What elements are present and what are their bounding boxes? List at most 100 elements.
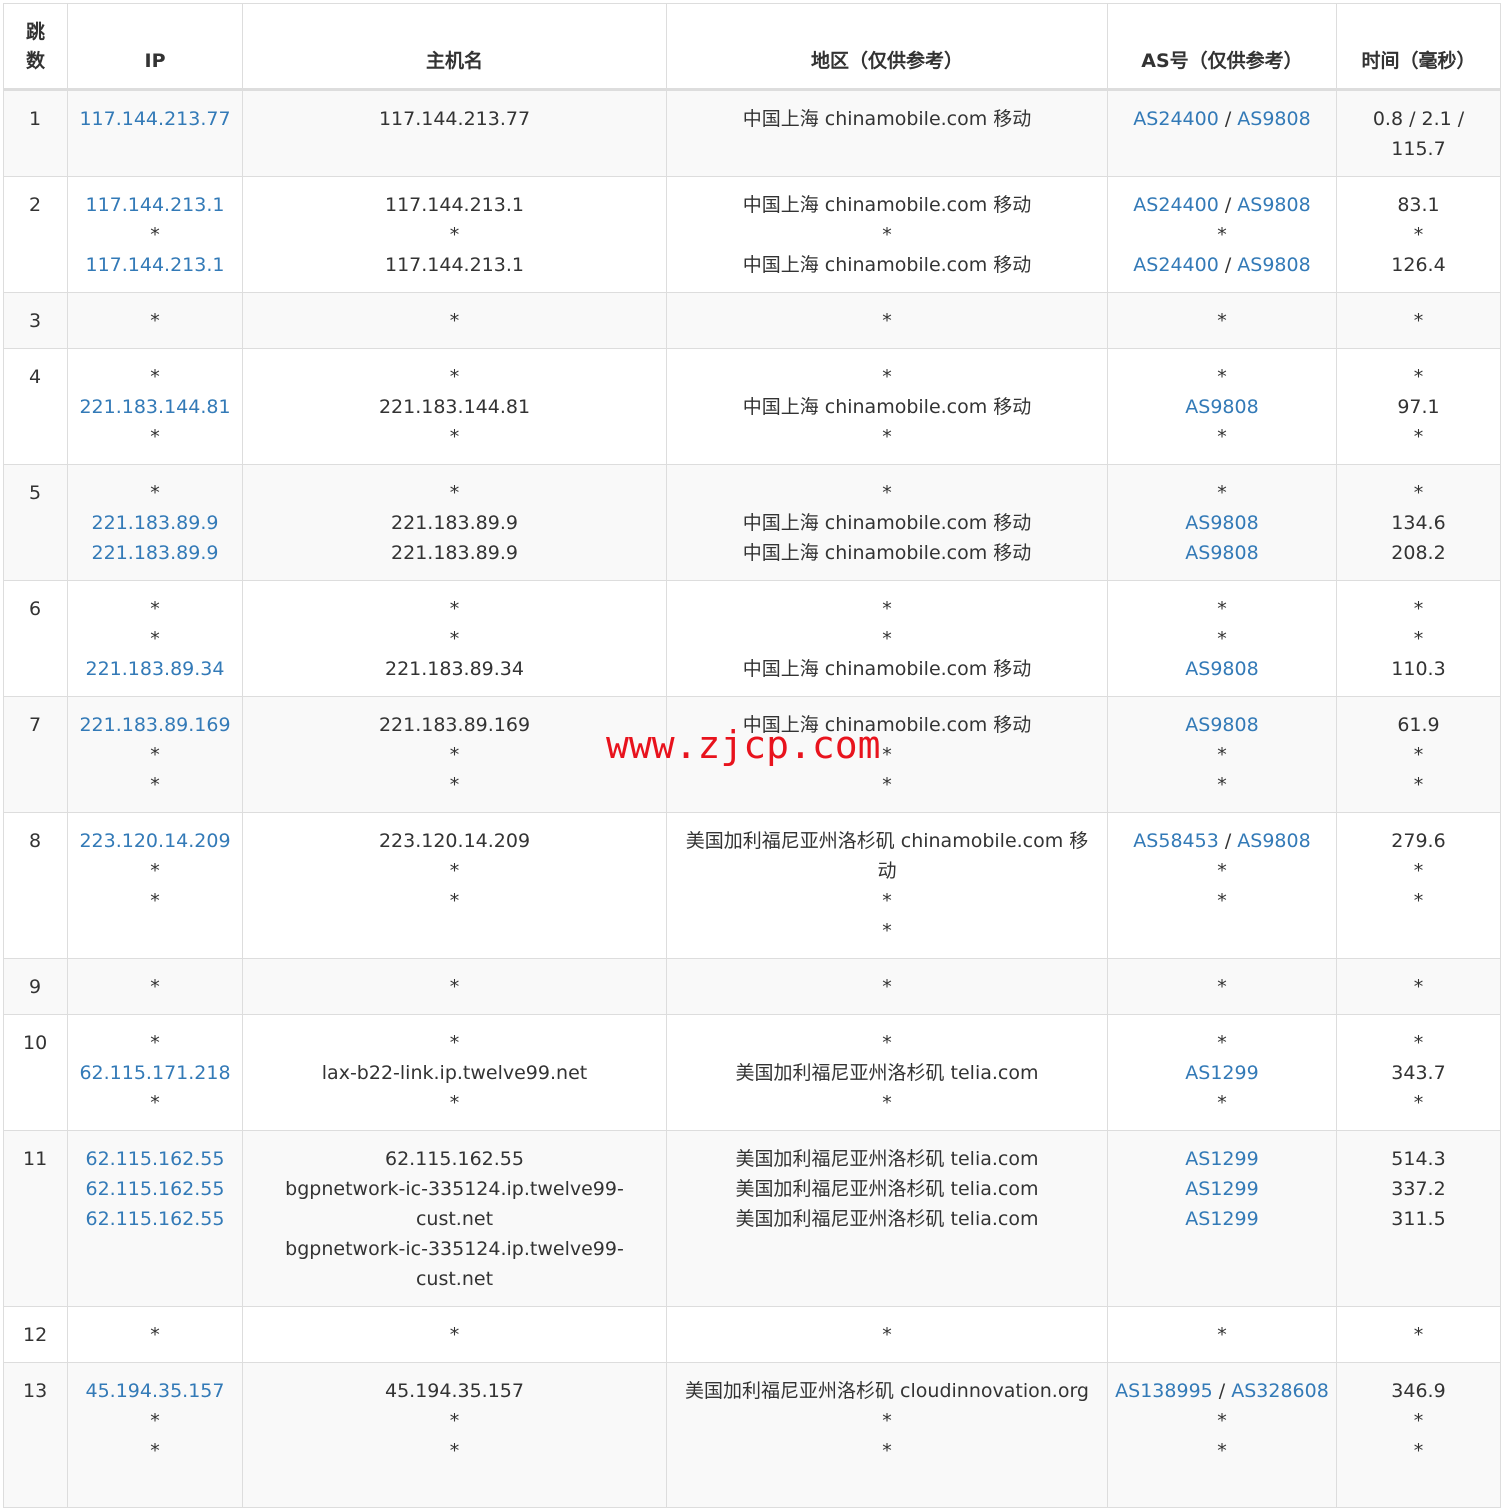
as-cell: AS9808 * * xyxy=(1107,696,1337,813)
hostname: 223.120.14.209 xyxy=(378,830,531,852)
table-row: 13 45.194.35.157 * * 45.194.35.157 * * 美国加利福尼亚州… xyxy=(3,1362,1501,1508)
as-line: * xyxy=(1217,310,1227,332)
hop-cell: 12 xyxy=(3,1306,68,1363)
as-link[interactable]: AS9808 xyxy=(1185,714,1258,736)
as-line: * xyxy=(1217,744,1227,766)
ip-link[interactable]: 45.194.35.157 xyxy=(74,1376,236,1406)
as-link[interactable]: AS9808 xyxy=(1237,830,1310,852)
hostname: * xyxy=(449,426,460,448)
latency: * xyxy=(1413,482,1424,504)
ip-cell: * xyxy=(67,958,243,1015)
ip-link[interactable]: 117.144.213.1 xyxy=(74,250,236,280)
hostname-cell: 62.115.162.55 bgpnetwork-ic-335124.ip.twe… xyxy=(242,1130,667,1307)
ip-cell: 221.183.89.169 * * xyxy=(67,696,243,813)
as-line: * xyxy=(1217,598,1227,620)
ip-link[interactable]: 221.183.89.34 xyxy=(74,654,236,684)
hostname: * xyxy=(449,598,460,620)
as-link[interactable]: AS9808 xyxy=(1237,108,1310,130)
ip-link[interactable]: 62.115.162.55 xyxy=(74,1204,236,1234)
latency: * xyxy=(1413,1032,1424,1054)
as-separator: / xyxy=(1218,108,1238,130)
hop-cell: 11 xyxy=(3,1130,68,1307)
as-line: * xyxy=(1217,1440,1227,1462)
as-link[interactable]: AS9808 xyxy=(1185,658,1258,680)
as-link[interactable]: AS58453 xyxy=(1133,830,1219,852)
as-line: AS1299 xyxy=(1114,1058,1330,1088)
hop-number: 9 xyxy=(29,976,42,998)
as-line: * xyxy=(1217,1032,1227,1054)
latency: * xyxy=(1413,1324,1424,1346)
as-line: AS9808 xyxy=(1114,654,1330,684)
ip-unknown: * xyxy=(150,628,160,650)
ip-cell: * xyxy=(67,292,243,349)
as-link[interactable]: AS1299 xyxy=(1185,1208,1258,1230)
as-link[interactable]: AS9808 xyxy=(1185,396,1258,418)
latency: 110.3 xyxy=(1391,658,1446,680)
hostname: 221.183.89.9 xyxy=(391,542,518,564)
time-cell: * xyxy=(1336,958,1501,1015)
as-link[interactable]: AS24400 xyxy=(1133,254,1219,276)
ip-link[interactable]: 221.183.89.9 xyxy=(74,538,236,568)
ip-cell: 62.115.162.55 62.115.162.55 62.115.162.55 xyxy=(67,1130,243,1307)
as-link[interactable]: AS328608 xyxy=(1231,1380,1329,1402)
hop-number: 11 xyxy=(23,1148,48,1170)
hostname-cell: * xyxy=(242,292,667,349)
ip-link[interactable]: 62.115.171.218 xyxy=(74,1058,236,1088)
latency: 126.4 xyxy=(1391,254,1446,276)
as-link[interactable]: AS9808 xyxy=(1237,254,1310,276)
as-cell: AS1299 AS1299 AS1299 xyxy=(1107,1130,1337,1307)
latency: * xyxy=(1413,860,1424,882)
as-line: AS58453 / AS9808 xyxy=(1114,826,1330,856)
ip-link[interactable]: 221.183.144.81 xyxy=(74,392,236,422)
hostname: * xyxy=(449,224,460,246)
ip-link[interactable]: 117.144.213.1 xyxy=(74,190,236,220)
hop-number: 1 xyxy=(29,108,42,130)
as-link[interactable]: AS9808 xyxy=(1185,542,1258,564)
region-cell: * 美国加利福尼亚州洛杉矶 telia.com * xyxy=(666,1014,1108,1131)
hostname: * xyxy=(449,890,460,912)
as-link[interactable]: AS24400 xyxy=(1133,194,1219,216)
hostname: bgpnetwork-ic-335124.ip.twelve99-cust.ne… xyxy=(285,1178,624,1230)
ip-unknown: * xyxy=(150,1440,160,1462)
as-separator: / xyxy=(1212,1380,1232,1402)
as-link[interactable]: AS138995 xyxy=(1115,1380,1213,1402)
ip-link[interactable]: 221.183.89.169 xyxy=(74,710,236,740)
region: 美国加利福尼亚州洛杉矶 telia.com xyxy=(735,1148,1039,1170)
as-link[interactable]: AS24400 xyxy=(1133,108,1219,130)
ip-unknown: * xyxy=(150,744,160,766)
ip-unknown: * xyxy=(150,1092,160,1114)
region-cell: * xyxy=(666,292,1108,349)
as-link[interactable]: AS1299 xyxy=(1185,1178,1258,1200)
ip-link[interactable]: 62.115.162.55 xyxy=(74,1144,236,1174)
as-link[interactable]: AS1299 xyxy=(1185,1062,1258,1084)
as-separator: / xyxy=(1218,254,1238,276)
as-link[interactable]: AS9808 xyxy=(1185,512,1258,534)
hostname-cell: 45.194.35.157 * * xyxy=(242,1362,667,1508)
ip-link[interactable]: 221.183.89.9 xyxy=(74,508,236,538)
time-cell: * 97.1 * xyxy=(1336,348,1501,465)
as-link[interactable]: AS9808 xyxy=(1237,194,1310,216)
ip-cell: * 221.183.144.81 * xyxy=(67,348,243,465)
hostname: 221.183.89.169 xyxy=(378,714,531,736)
hostname-cell: * 221.183.89.9 221.183.89.9 xyxy=(242,464,667,581)
latency: * xyxy=(1413,1092,1424,1114)
latency: * xyxy=(1413,1440,1424,1462)
table-row: 5 * 221.183.89.9 221.183.89.9 * 221.183.89.9 2… xyxy=(3,464,1501,581)
header-time: 时间（毫秒） xyxy=(1336,3,1501,91)
region: * xyxy=(882,1410,892,1432)
hostname: * xyxy=(449,628,460,650)
ip-link[interactable]: 117.144.213.77 xyxy=(74,104,236,134)
header-as: AS号（仅供参考） xyxy=(1107,3,1337,91)
region: * xyxy=(882,1092,892,1114)
table-row: 1 117.144.213.77 117.144.213.77 中国上海 chinam… xyxy=(3,89,1501,177)
region: * xyxy=(882,482,892,504)
hop-number: 12 xyxy=(23,1324,48,1346)
region: 美国加利福尼亚州洛杉矶 telia.com xyxy=(735,1178,1039,1200)
ip-link[interactable]: 223.120.14.209 xyxy=(74,826,236,856)
ip-unknown: * xyxy=(150,224,160,246)
region: 中国上海 chinamobile.com 移动 xyxy=(742,396,1032,418)
header-hostname: 主机名 xyxy=(242,3,667,91)
as-link[interactable]: AS1299 xyxy=(1185,1148,1258,1170)
hop-cell: 1 xyxy=(3,89,68,177)
ip-link[interactable]: 62.115.162.55 xyxy=(74,1174,236,1204)
